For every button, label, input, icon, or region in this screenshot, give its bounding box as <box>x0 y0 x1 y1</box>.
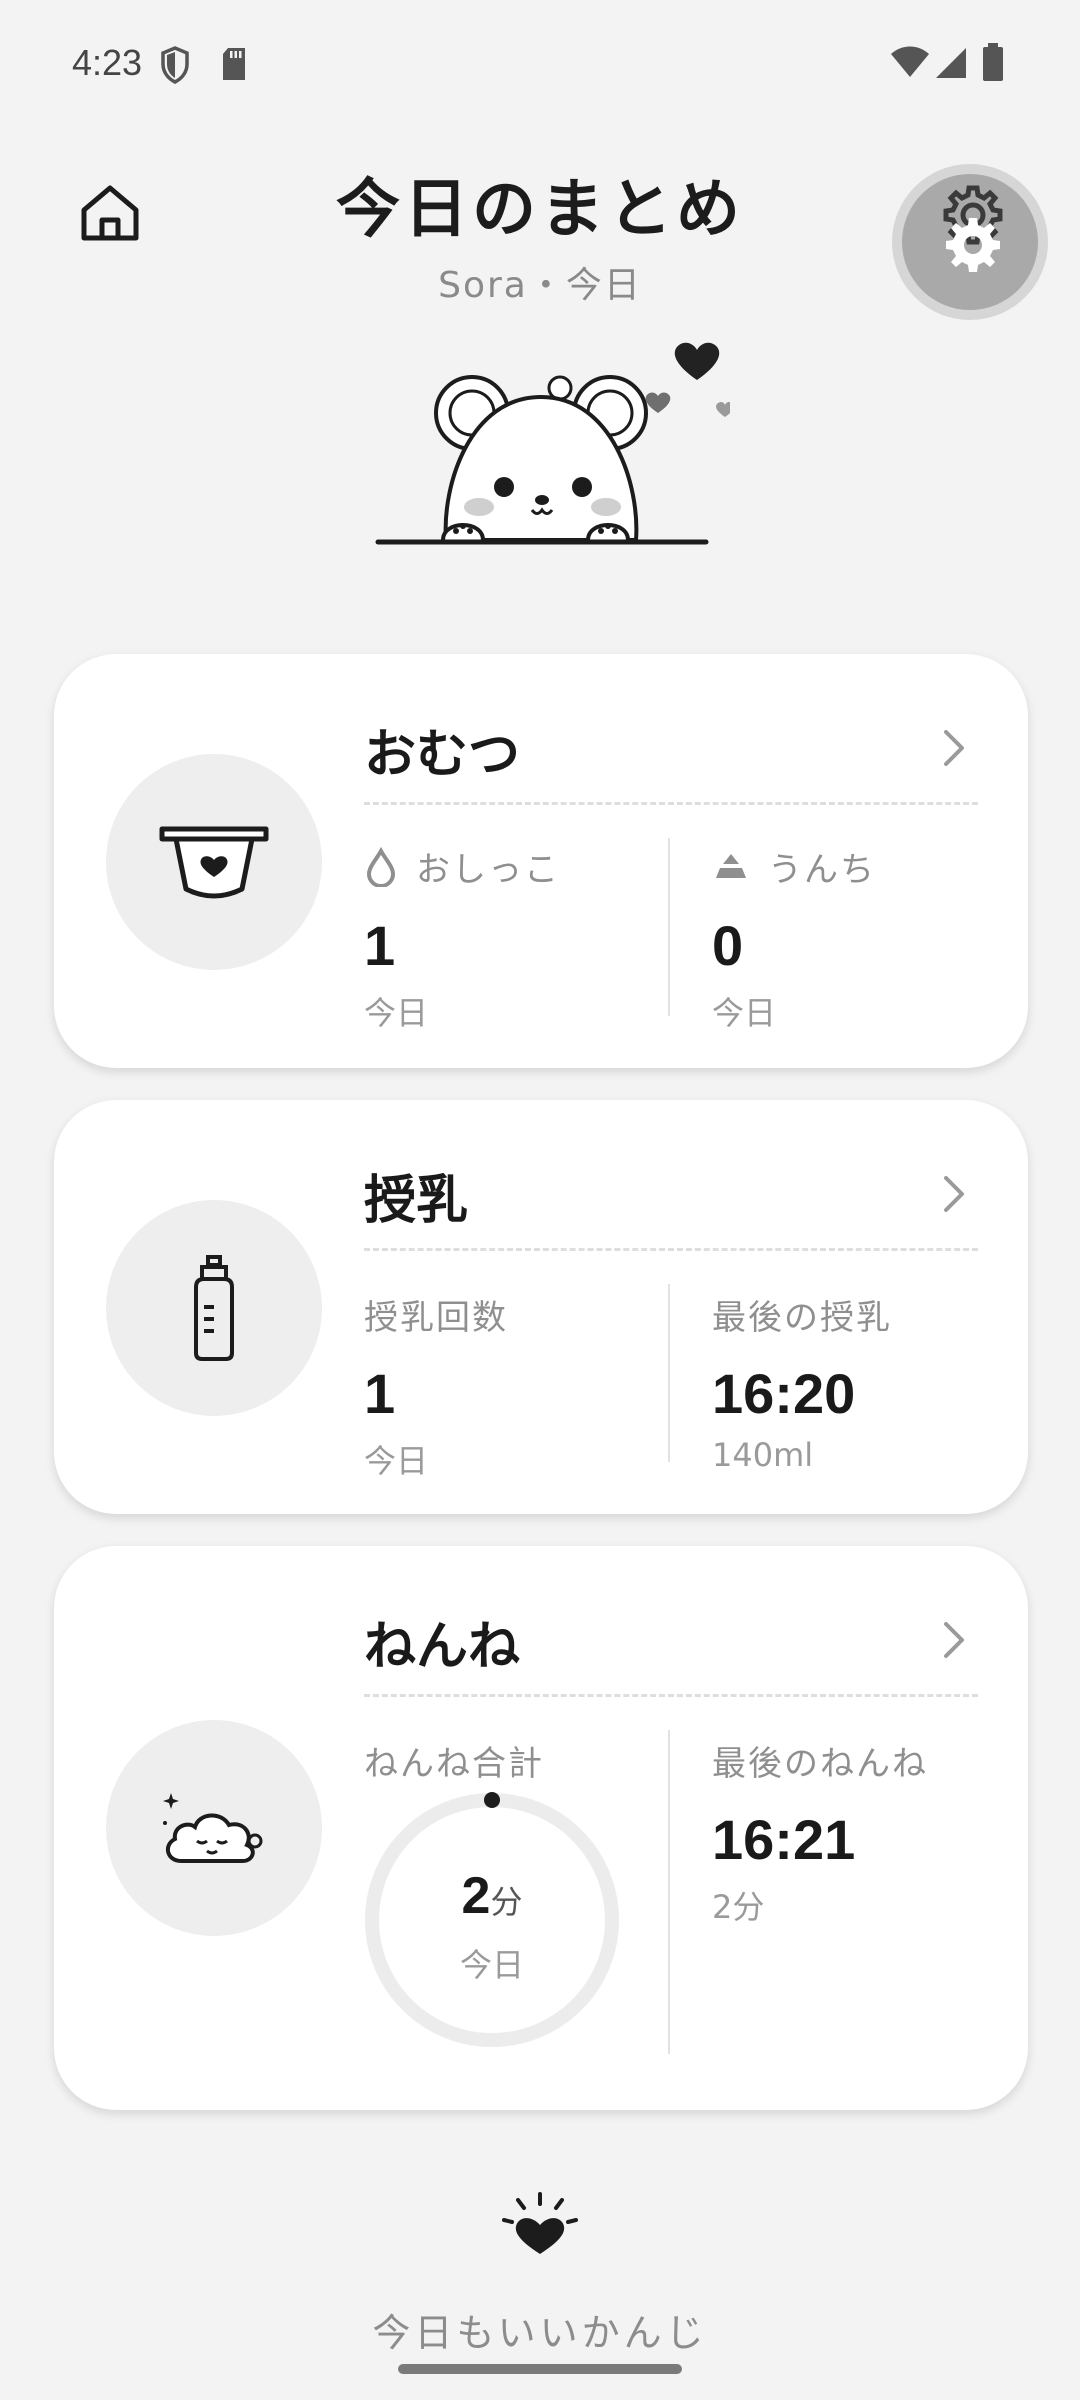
status-time: 4:23 <box>72 42 143 83</box>
feeding-count-period: 今日 <box>364 1442 429 1480</box>
sleep-total-period: 今日 <box>459 1946 524 1984</box>
sleep-card[interactable]: ねんね ねんね合計 2分 今日 最後のねんね 16:21 2分 <box>54 1546 1028 2110</box>
droplet-icon <box>366 846 396 887</box>
poop-summary: うんち 0 今日 <box>712 842 876 1034</box>
bottle-icon <box>194 1255 234 1361</box>
wifi-icon <box>891 46 929 77</box>
signal-icon <box>936 48 966 78</box>
status-bar: 4:23 <box>0 0 1080 130</box>
chevron-right-icon <box>944 1622 964 1658</box>
bottle-icon-circle <box>106 1200 322 1416</box>
poop-icon <box>716 853 746 878</box>
heart-sparkle-icon <box>502 2192 578 2254</box>
diaper-icon-circle <box>106 754 322 970</box>
sleep-total-unit: 分 <box>490 1883 523 1921</box>
divider <box>364 1248 978 1251</box>
sleep-total-value: 2 <box>461 1867 491 1925</box>
gear-icon-overlay <box>946 218 1000 272</box>
sd-card-icon <box>223 48 245 80</box>
feeding-card[interactable]: 授乳 授乳回数 1 今日 最後の授乳 16:20 140ml <box>54 1100 1028 1514</box>
last-feeding-time: 16:20 <box>712 1362 856 1425</box>
last-sleep-duration: 2分 <box>712 1888 765 1926</box>
feeding-card-title: 授乳 <box>364 1171 469 1231</box>
chevron-right-icon <box>944 730 964 766</box>
last-sleep-label: 最後のねんね <box>712 1744 928 1784</box>
pee-summary: おしっこ 1 今日 <box>364 842 560 1034</box>
diaper-card[interactable]: おむつ おしっこ 1 今日 うんち 0 今日 <box>54 654 1028 1068</box>
footer-message: 今日もいいかんじ <box>372 2311 708 2355</box>
gesture-bar[interactable] <box>398 2364 682 2374</box>
pee-count: 1 <box>364 914 396 977</box>
pee-label: おしっこ <box>416 850 560 890</box>
column-divider <box>668 1730 670 2054</box>
last-feeding-summary: 最後の授乳 16:20 140ml <box>712 1290 892 1474</box>
shield-icon <box>161 46 189 84</box>
last-feeding-label: 最後の授乳 <box>712 1298 892 1338</box>
last-sleep-summary: 最後のねんね 16:21 2分 <box>712 1736 928 1928</box>
poop-count: 0 <box>712 914 744 977</box>
sleep-card-title: ねんね <box>364 1617 521 1677</box>
bear-illustration <box>375 342 730 545</box>
sleeping-cloud-icon <box>163 1793 263 1863</box>
last-sleep-time: 16:21 <box>712 1808 856 1871</box>
poop-period: 今日 <box>712 994 777 1032</box>
sleep-total-ring: 2分 今日 <box>362 1790 622 2050</box>
diaper-icon <box>159 826 269 899</box>
settings-button[interactable] <box>902 174 1038 310</box>
sleep-total-label: ねんね合計 <box>364 1744 544 1784</box>
sleep-total-summary: ねんね合計 <box>364 1736 544 1785</box>
sleep-icon-circle <box>106 1720 322 1936</box>
column-divider <box>668 1284 670 1462</box>
feeding-count-label: 授乳回数 <box>364 1298 508 1338</box>
pee-period: 今日 <box>364 994 429 1032</box>
poop-label: うんち <box>768 850 876 890</box>
column-divider <box>668 838 670 1016</box>
last-feeding-amount: 140ml <box>712 1436 814 1474</box>
chevron-right-icon <box>944 1176 964 1212</box>
feeding-count-summary: 授乳回数 1 今日 <box>364 1290 508 1482</box>
diaper-card-title: おむつ <box>364 725 521 785</box>
divider <box>364 802 978 805</box>
feeding-count: 1 <box>364 1362 396 1425</box>
battery-icon <box>983 43 1003 81</box>
divider <box>364 1694 978 1697</box>
